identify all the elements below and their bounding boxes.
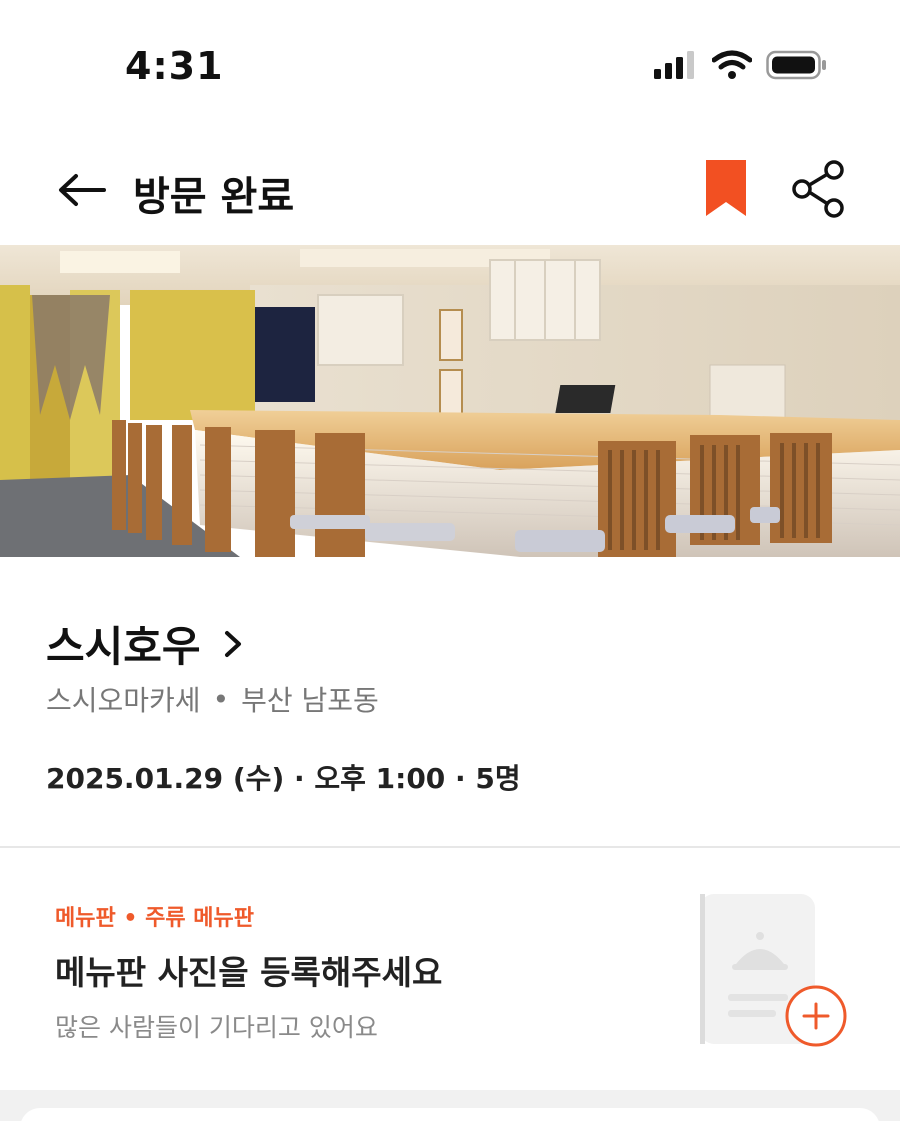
next-card — [20, 1108, 880, 1148]
meta-separator: • — [212, 682, 230, 716]
status-bar: 4:31 — [0, 0, 900, 130]
restaurant-name-link[interactable]: 스시호우 — [46, 613, 243, 674]
share-button[interactable] — [790, 160, 850, 220]
status-icons — [654, 50, 828, 80]
menu-card-subtitle: 많은 사람들이 기다리고 있어요 — [55, 1013, 378, 1042]
status-time: 4:31 — [125, 44, 224, 88]
share-icon — [792, 160, 844, 218]
restaurant-meta: 스시오마카세 • 부산 남포동 — [46, 679, 379, 719]
battery-icon — [766, 50, 826, 80]
menu-thumbnail[interactable] — [698, 892, 848, 1052]
restaurant-location: 부산 남포동 — [241, 684, 379, 717]
back-arrow-icon — [59, 174, 106, 206]
restaurant-name: 스시호우 — [46, 622, 201, 671]
plus-circle-icon[interactable] — [785, 985, 847, 1047]
app-header: 방문 완료 — [0, 140, 900, 240]
back-button[interactable] — [52, 162, 112, 218]
page-title: 방문 완료 — [133, 174, 295, 220]
wifi-icon — [712, 50, 752, 79]
chevron-right-icon — [224, 630, 241, 657]
menu-card-title: 메뉴판 사진을 등록해주세요 — [55, 953, 443, 992]
visit-details: 2025.01.29 (수) · 오후 1:00 · 5명 — [46, 762, 521, 795]
restaurant-info: 스시호우 스시오마카세 • 부산 남포동 2025.01.29 (수) · 오후… — [0, 557, 900, 847]
bookmark-icon — [706, 160, 746, 216]
restaurant-photo[interactable] — [0, 245, 900, 557]
bookmark-button[interactable] — [700, 158, 756, 222]
restaurant-category: 스시오마카세 — [46, 684, 201, 717]
menu-category: 메뉴판 • 주류 메뉴판 — [55, 906, 254, 931]
menu-upload-card[interactable]: 메뉴판 • 주류 메뉴판 메뉴판 사진을 등록해주세요 많은 사람들이 기다리고… — [0, 848, 900, 1090]
signal-icon — [654, 51, 694, 79]
